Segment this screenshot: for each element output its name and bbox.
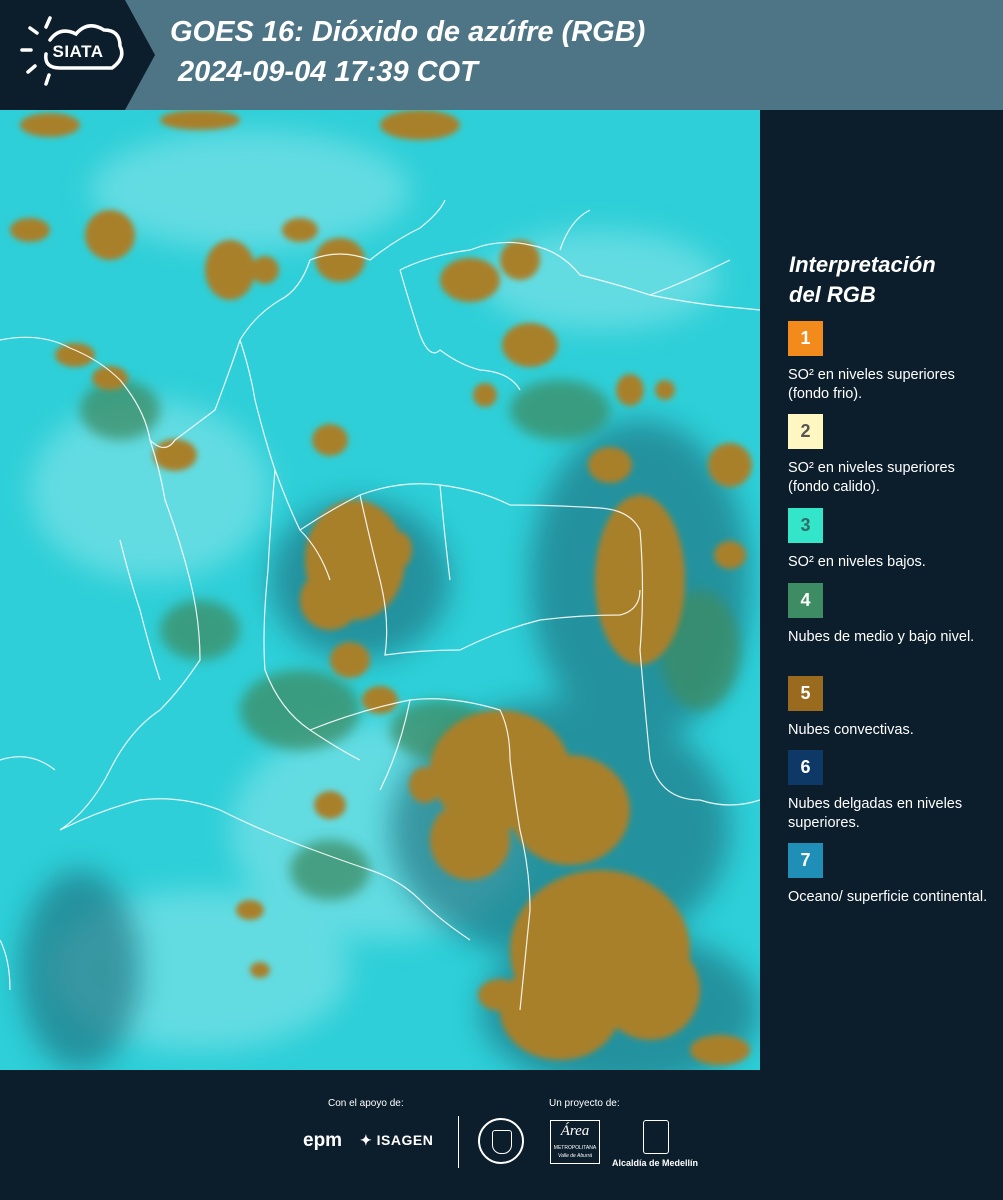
legend-text-7: Oceano/ superficie continental. [788, 889, 988, 905]
legend-swatch-7: 7 [788, 843, 823, 878]
legend-item-6: 6 Nubes delgadas en niveles superiores. [788, 750, 998, 833]
seal-logo-icon [478, 1118, 524, 1164]
legend-item-4: 4 Nubes de medio y bajo nivel. [788, 583, 998, 647]
legend-item-2: 2 SO² en niveles superiores (fondo calid… [788, 414, 998, 497]
legend-title-line2: del RGB [789, 282, 876, 307]
isagen-logo: ✦ ISAGEN [360, 1132, 433, 1149]
header-bar: SIATA GOES 16: Dióxido de azúfre (RGB) 2… [0, 0, 1003, 110]
legend-text-4: Nubes de medio y bajo nivel. [788, 629, 975, 645]
page-title: GOES 16: Dióxido de azúfre (RGB) 2024-09… [170, 12, 645, 92]
legend-item-3: 3 SO² en niveles bajos. [788, 508, 998, 572]
logo-text: SIATA [52, 42, 104, 61]
legend-text-1: SO² en niveles superiores (fondo frio). [788, 367, 955, 402]
legend-swatch-1: 1 [788, 321, 823, 356]
legend-title: Interpretación del RGB [789, 250, 989, 310]
legend-text-5: Nubes convectivas. [788, 722, 914, 738]
project-label: Un proyecto de: [549, 1098, 620, 1109]
title-line-timestamp: 2024-09-04 17:39 COT [178, 56, 478, 88]
legend-item-1: 1 SO² en niveles superiores (fondo frio)… [788, 321, 998, 404]
footer: Con el apoyo de: Un proyecto de: epm ✦ I… [0, 1070, 1003, 1200]
metro-sub1: METROPOLITANA [553, 1145, 597, 1151]
siata-logo: SIATA [0, 0, 155, 110]
legend-swatch-4: 4 [788, 583, 823, 618]
legend-swatch-3: 3 [788, 508, 823, 543]
legend-item-5: 5 Nubes convectivas. [788, 676, 998, 740]
isagen-text: ISAGEN [376, 1132, 434, 1148]
isagen-icon: ✦ [360, 1132, 373, 1148]
legend-swatch-6: 6 [788, 750, 823, 785]
legend-title-line1: Interpretación [789, 252, 936, 277]
legend-text-3: SO² en niveles bajos. [788, 554, 926, 570]
support-label: Con el apoyo de: [328, 1098, 404, 1109]
legend-panel: Interpretación del RGB 1 SO² en niveles … [760, 110, 1003, 1070]
metro-sub2: Valle de Aburrá [557, 1153, 593, 1159]
legend-swatch-5: 5 [788, 676, 823, 711]
area-metropolitana-logo: Área METROPOLITANA Valle de Aburrá [550, 1120, 600, 1164]
title-line-product: GOES 16: Dióxido de azúfre (RGB) [170, 16, 646, 48]
legend-text-6: Nubes delgadas en niveles superiores. [788, 796, 963, 831]
footer-divider [458, 1116, 459, 1168]
satellite-map [0, 110, 760, 1070]
legend-swatch-2: 2 [788, 414, 823, 449]
metro-name: Área [560, 1123, 590, 1139]
alcaldia-shield-icon [643, 1120, 669, 1154]
satellite-image [0, 110, 760, 1070]
legend-text-2: SO² en niveles superiores (fondo calido)… [788, 460, 955, 495]
legend-item-7: 7 Oceano/ superficie continental. [788, 843, 998, 907]
alcaldia-text: Alcaldía de Medellín [612, 1158, 699, 1168]
epm-logo: epm [303, 1130, 343, 1151]
